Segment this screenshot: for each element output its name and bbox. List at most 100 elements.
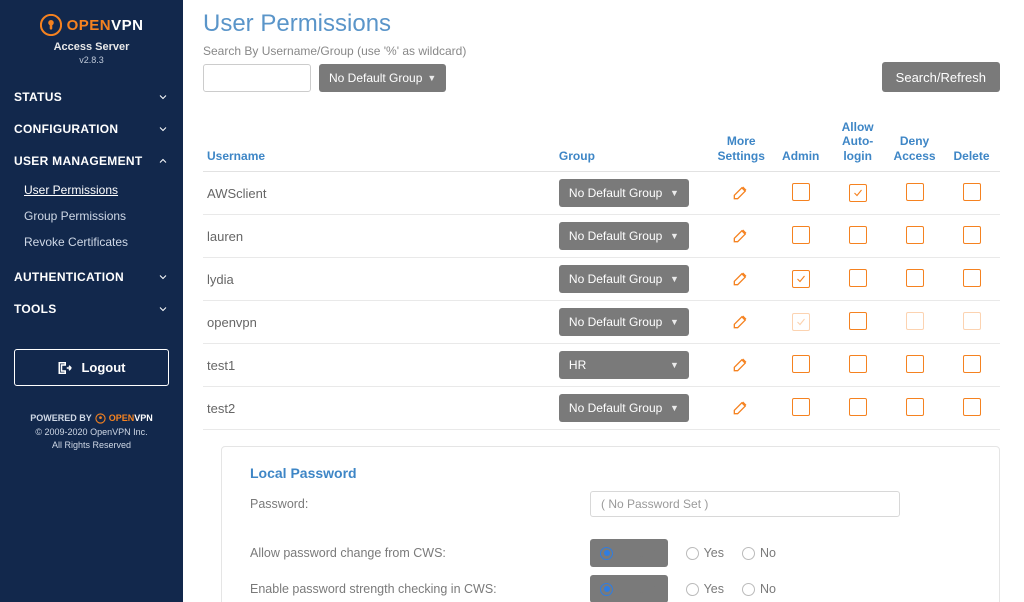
nav-label: CONFIGURATION	[14, 122, 118, 136]
dropdown-arrow-icon: ▼	[670, 274, 679, 284]
table-row: lydiaNo Default Group▼	[203, 258, 1000, 301]
group-select[interactable]: No Default Group▼	[559, 394, 689, 422]
dropdown-arrow-icon: ▼	[670, 360, 679, 370]
password-field[interactable]: ( No Password Set )	[590, 491, 900, 517]
cell-username: openvpn	[203, 301, 555, 344]
sidebar-nav: STATUS CONFIGURATION USER MANAGEMENT Use…	[0, 81, 183, 325]
user-settings-panel: Local Password Password: ( No Password S…	[221, 446, 1000, 602]
checkbox[interactable]	[792, 226, 810, 244]
chevron-down-icon	[157, 123, 169, 135]
nav-section-status[interactable]: STATUS	[0, 81, 183, 113]
edit-icon	[731, 182, 751, 202]
chevron-up-icon	[157, 155, 169, 167]
checkbox[interactable]	[849, 184, 867, 202]
group-select[interactable]: No Default Group ▼	[319, 64, 446, 92]
checkbox[interactable]	[963, 355, 981, 373]
checkbox[interactable]	[849, 312, 867, 330]
nav-item-user-permissions[interactable]: User Permissions	[0, 177, 183, 203]
more-settings-button[interactable]	[731, 190, 751, 205]
table-row: AWSclientNo Default Group▼	[203, 172, 1000, 215]
radio-default[interactable]: Default	[590, 539, 668, 567]
radio-no[interactable]: No	[742, 546, 776, 560]
more-settings-button[interactable]	[731, 362, 751, 377]
dropdown-arrow-icon: ▼	[670, 403, 679, 413]
search-refresh-button[interactable]: Search/Refresh	[882, 62, 1000, 92]
search-input[interactable]	[203, 64, 311, 92]
cell-username: AWSclient	[203, 172, 555, 215]
logout-icon	[57, 361, 75, 375]
table-row: test2No Default Group▼	[203, 387, 1000, 430]
brand-version: v2.8.3	[0, 55, 183, 65]
nav-section-configuration[interactable]: CONFIGURATION	[0, 113, 183, 145]
group-value: No Default Group	[569, 315, 662, 329]
checkbox[interactable]	[792, 313, 810, 331]
group-select-label: No Default Group	[329, 71, 422, 85]
nav-section-tools[interactable]: TOOLS	[0, 293, 183, 325]
nav-label: USER MANAGEMENT	[14, 154, 143, 168]
cell-username: lydia	[203, 258, 555, 301]
checkbox[interactable]	[849, 226, 867, 244]
checkbox[interactable]	[906, 312, 924, 330]
group-value: No Default Group	[569, 229, 662, 243]
radio-yes[interactable]: Yes	[686, 582, 724, 596]
group-value: HR	[569, 358, 586, 372]
checkbox[interactable]	[963, 183, 981, 201]
nav-section-user-management[interactable]: USER MANAGEMENT	[0, 145, 183, 177]
nav-sub-user-management: User Permissions Group Permissions Revok…	[0, 177, 183, 261]
search-row: Search By Username/Group (use '%' as wil…	[203, 44, 1000, 92]
checkbox[interactable]	[963, 226, 981, 244]
checkbox[interactable]	[792, 398, 810, 416]
more-settings-button[interactable]	[731, 319, 751, 334]
checkbox[interactable]	[906, 398, 924, 416]
more-settings-button[interactable]	[731, 405, 751, 420]
checkbox[interactable]	[792, 183, 810, 201]
checkbox[interactable]	[849, 398, 867, 416]
nav-item-revoke-certificates[interactable]: Revoke Certificates	[0, 229, 183, 255]
sidebar-footer: POWERED BY OPENVPN © 2009-2020 OpenVPN I…	[0, 412, 183, 453]
main-content: User Permissions Search By Username/Grou…	[183, 0, 1024, 602]
cell-username: test2	[203, 387, 555, 430]
more-settings-button[interactable]	[731, 276, 751, 291]
group-select[interactable]: No Default Group▼	[559, 179, 689, 207]
col-delete: Delete	[943, 114, 1000, 172]
checkbox[interactable]	[906, 269, 924, 287]
radio-default[interactable]: Default	[590, 575, 668, 602]
sidebar: OPENVPN Access Server v2.8.3 STATUS CONF…	[0, 0, 183, 602]
group-select[interactable]: HR ▼	[559, 351, 689, 379]
brand-subtitle: Access Server	[0, 41, 183, 53]
dropdown-arrow-icon: ▼	[427, 73, 436, 83]
more-settings-button[interactable]	[731, 233, 751, 248]
dropdown-arrow-icon: ▼	[670, 317, 679, 327]
checkbox[interactable]	[963, 312, 981, 330]
checkbox[interactable]	[792, 270, 810, 288]
brand-open: OPEN	[67, 17, 112, 34]
nav-section-authentication[interactable]: AUTHENTICATION	[0, 261, 183, 293]
page-title: User Permissions	[203, 10, 1000, 38]
edit-icon	[731, 354, 751, 374]
col-admin: Admin	[772, 114, 829, 172]
brand-logo: OPENVPN	[40, 14, 144, 36]
col-more: More Settings	[710, 114, 772, 172]
checkbox[interactable]	[792, 355, 810, 373]
brand-open-small: OPEN	[109, 413, 135, 423]
checkbox[interactable]	[906, 183, 924, 201]
checkbox[interactable]	[906, 226, 924, 244]
nav-item-group-permissions[interactable]: Group Permissions	[0, 203, 183, 229]
checkbox[interactable]	[906, 355, 924, 373]
checkbox[interactable]	[849, 355, 867, 373]
user-table: Username Group More Settings Admin Allow…	[203, 114, 1000, 430]
group-select[interactable]: No Default Group▼	[559, 265, 689, 293]
checkbox[interactable]	[963, 398, 981, 416]
checkbox[interactable]	[963, 269, 981, 287]
radio-yes[interactable]: Yes	[686, 546, 724, 560]
col-autologin: Allow Auto-login	[829, 114, 886, 172]
group-select[interactable]: No Default Group ▼	[559, 308, 689, 336]
radio-no[interactable]: No	[742, 582, 776, 596]
logout-button[interactable]: Logout	[14, 349, 169, 386]
edit-icon	[731, 225, 751, 245]
brand-vpn-small: VPN	[134, 413, 153, 423]
brand-block: OPENVPN Access Server v2.8.3	[0, 10, 183, 71]
rights: All Rights Reserved	[0, 439, 183, 453]
checkbox[interactable]	[849, 269, 867, 287]
group-select[interactable]: No Default Group▼	[559, 222, 689, 250]
